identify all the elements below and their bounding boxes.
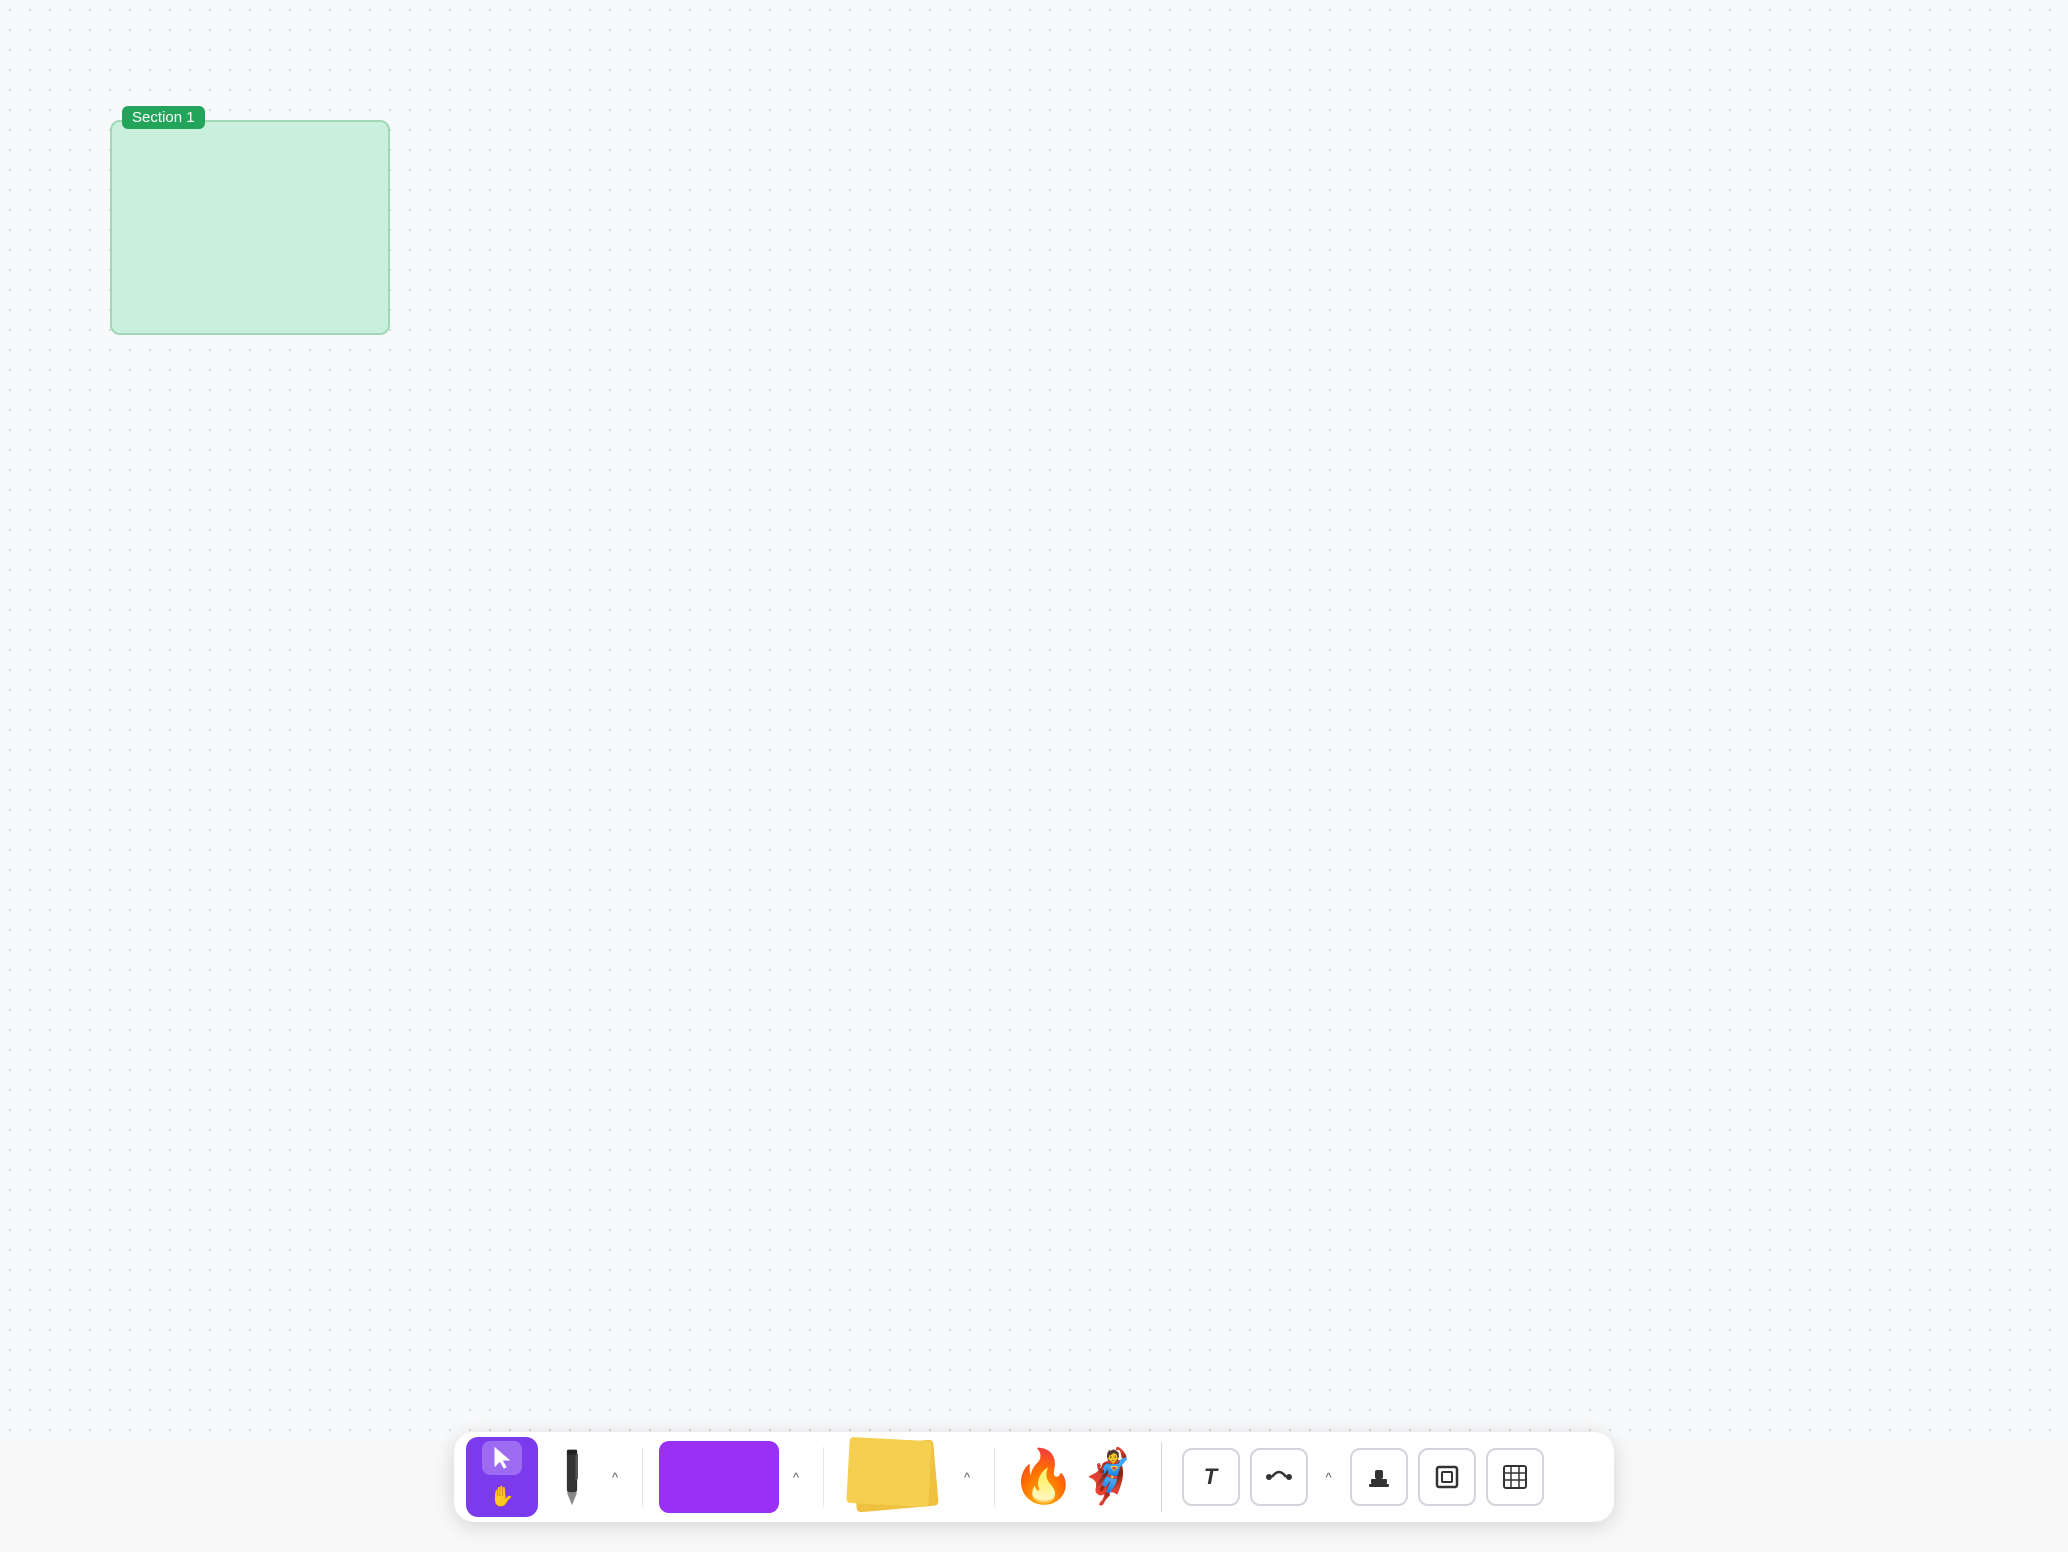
connector-icon xyxy=(1265,1463,1293,1491)
tool-group-mascot: 🔥🦸 xyxy=(1003,1451,1149,1503)
cursor-icon xyxy=(492,1446,512,1470)
hand-tool-button[interactable]: ✋ xyxy=(482,1479,522,1513)
connector-chevron-button[interactable]: ^ xyxy=(1318,1466,1340,1488)
pen-chevron-button[interactable]: ^ xyxy=(604,1466,626,1488)
sticky-note-front xyxy=(846,1437,931,1507)
table-icon xyxy=(1502,1464,1528,1490)
pen-icon xyxy=(558,1447,586,1507)
tool-group-sticky: ^ xyxy=(832,1441,986,1513)
separator-thick xyxy=(1161,1442,1162,1512)
stamp-icon xyxy=(1366,1464,1392,1490)
text-tool-button[interactable]: T xyxy=(1182,1448,1240,1506)
table-tool-button[interactable] xyxy=(1486,1448,1544,1506)
hand-icon: ✋ xyxy=(490,1484,515,1509)
color-chevron-button[interactable]: ^ xyxy=(785,1466,807,1488)
tool-group-pen: ^ xyxy=(538,1441,634,1513)
section-label[interactable]: Section 1 xyxy=(122,106,205,129)
separator-3 xyxy=(994,1447,995,1507)
sticky-notes-button[interactable] xyxy=(840,1441,950,1513)
pen-tool-button[interactable] xyxy=(546,1441,598,1513)
separator-2 xyxy=(823,1447,824,1507)
select-tool-button[interactable] xyxy=(482,1441,522,1475)
color-rect-button[interactable] xyxy=(659,1441,779,1513)
separator-1 xyxy=(642,1447,643,1507)
text-icon: T xyxy=(1204,1464,1217,1490)
toolbar: ✋ ^ ^ ^ xyxy=(454,1432,1614,1522)
canvas[interactable]: Section 1 xyxy=(0,0,2068,1442)
section-card[interactable]: Section 1 xyxy=(110,120,390,335)
mascot-emoji-button[interactable]: 🔥🦸 xyxy=(1011,1451,1141,1503)
tool-group-right: T ^ xyxy=(1174,1448,1552,1506)
sticky-chevron-button[interactable]: ^ xyxy=(956,1466,978,1488)
stamp-tool-button[interactable] xyxy=(1350,1448,1408,1506)
frame-tool-button[interactable] xyxy=(1418,1448,1476,1506)
tool-group-color: ^ xyxy=(651,1441,815,1513)
connector-tool-button[interactable] xyxy=(1250,1448,1308,1506)
frame-icon xyxy=(1434,1464,1460,1490)
tool-group-left: ✋ xyxy=(466,1437,538,1517)
